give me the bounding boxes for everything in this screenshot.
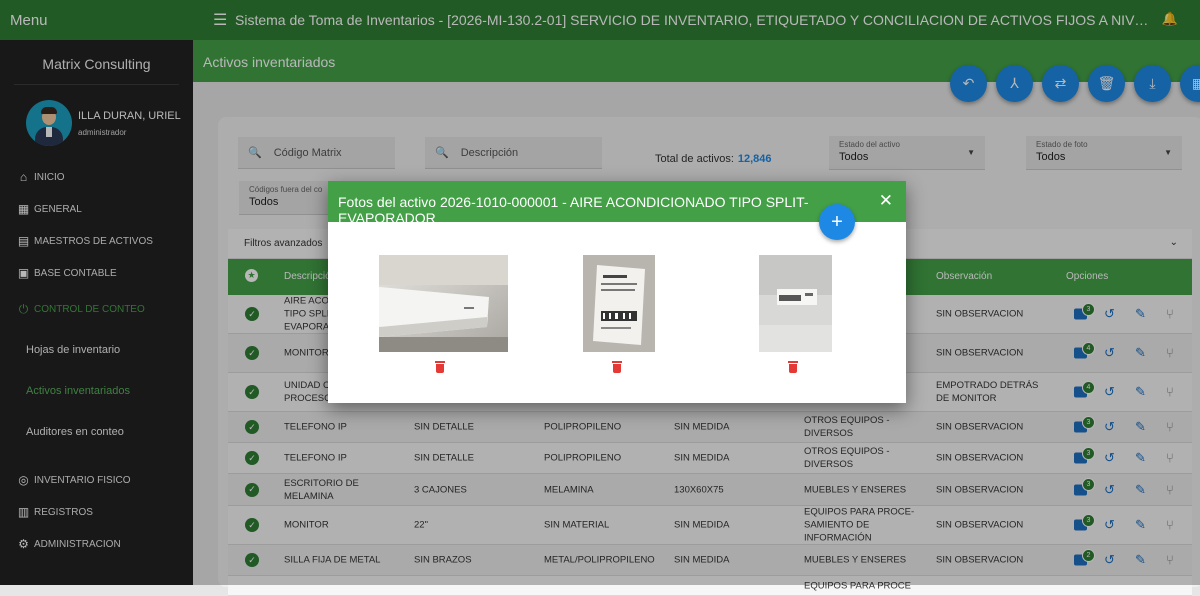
delete-photo-1-trash-icon[interactable] <box>434 361 446 374</box>
photos-modal: Fotos del activo 2026-1010-000001 - AIRE… <box>328 181 906 403</box>
modal-title: Fotos del activo 2026-1010-000001 - AIRE… <box>338 194 809 226</box>
plus-icon: + <box>831 210 843 233</box>
close-icon[interactable]: ✕ <box>879 191 893 211</box>
delete-photo-2-trash-icon[interactable] <box>611 361 623 374</box>
add-photo-button[interactable]: + <box>819 204 855 240</box>
delete-photo-3-trash-icon[interactable] <box>787 361 799 374</box>
label-photo-2[interactable] <box>759 255 832 352</box>
label-photo-1[interactable] <box>583 255 655 352</box>
ac-unit-photo[interactable] <box>379 255 508 352</box>
